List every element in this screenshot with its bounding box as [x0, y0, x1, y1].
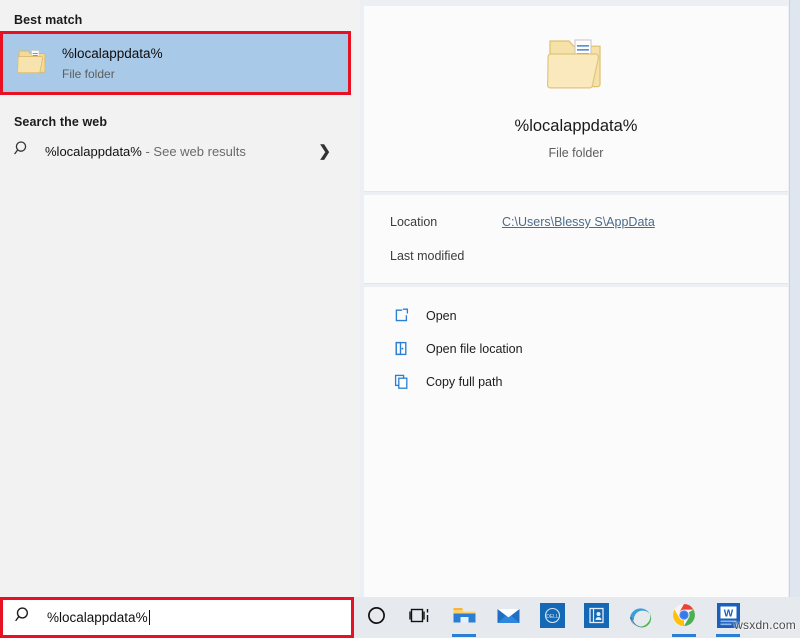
action-copy-full-path[interactable]: Copy full path — [364, 365, 788, 398]
best-match-subtitle: File folder — [62, 66, 115, 81]
preview-pane: %localappdata% File folder Location C:\U… — [360, 0, 800, 597]
preview-header-card: %localappdata% File folder — [364, 6, 788, 192]
action-open-file-location[interactable]: Open file location — [364, 332, 788, 365]
preview-details-card: Location C:\Users\Blessy S\AppData Last … — [364, 195, 788, 284]
chevron-right-icon[interactable]: ❯ — [318, 144, 331, 159]
taskbar-item-cortana[interactable] — [354, 597, 398, 638]
copy-icon — [392, 373, 410, 391]
support-assist-icon — [583, 602, 609, 633]
action-open[interactable]: Open — [364, 299, 788, 332]
taskbar: %localappdata% DELL W wsxdn.com — [0, 597, 800, 638]
detail-row-location: Location C:\Users\Blessy S\AppData — [390, 215, 788, 249]
text-caret — [148, 610, 150, 625]
dell-icon: DELL — [539, 602, 565, 633]
taskbar-item-dell[interactable]: DELL — [530, 597, 574, 638]
action-open-file-location-label: Open file location — [426, 341, 523, 356]
search-results-pane: Best match %localappdata% File folder Se… — [0, 0, 360, 597]
preview-actions-card: Open Open file location Copy full path — [364, 287, 788, 597]
windows-search-screen: Best match %localappdata% File folder Se… — [0, 0, 800, 638]
open-external-icon — [392, 307, 410, 325]
taskbar-item-mail[interactable] — [486, 597, 530, 638]
taskbar-item-google-chrome[interactable] — [662, 597, 706, 638]
taskbar-item-microsoft-edge[interactable] — [618, 597, 662, 638]
taskbar-item-file-explorer[interactable] — [442, 597, 486, 638]
task-view-icon — [408, 606, 432, 630]
best-match-result-item[interactable]: %localappdata% File folder — [3, 34, 348, 92]
flyout-right-edge — [789, 0, 800, 597]
best-match-title: %localappdata% — [62, 45, 163, 61]
search-the-web-header: Search the web — [14, 115, 108, 129]
mail-icon — [496, 605, 521, 631]
detail-key-last-modified: Last modified — [390, 249, 465, 263]
web-result-query: %localappdata% — [45, 143, 142, 159]
action-copy-full-path-label: Copy full path — [426, 374, 503, 389]
taskbar-item-support-assist[interactable] — [574, 597, 618, 638]
svg-text:W: W — [723, 608, 733, 619]
web-result-label: %localappdata% - See web results — [45, 144, 318, 159]
google-chrome-icon — [671, 602, 697, 633]
preview-subtitle: File folder — [548, 145, 604, 160]
taskbar-item-microsoft-word[interactable]: W — [706, 597, 750, 638]
search-input[interactable]: %localappdata% — [47, 610, 150, 625]
search-icon — [15, 606, 33, 629]
preview-title: %localappdata% — [514, 116, 638, 135]
folder-icon — [17, 47, 47, 80]
folder-icon-large — [545, 36, 607, 99]
taskbar-item-task-view[interactable] — [398, 597, 442, 638]
cortana-icon — [366, 605, 387, 631]
detail-key-location: Location — [390, 215, 438, 229]
file-explorer-icon — [452, 604, 477, 631]
best-match-highlight-box: %localappdata% File folder — [0, 31, 351, 95]
best-match-header: Best match — [14, 13, 83, 27]
detail-row-last-modified: Last modified — [390, 249, 788, 283]
search-icon — [14, 140, 31, 162]
detail-value-location-link[interactable]: C:\Users\Blessy S\AppData — [502, 215, 655, 229]
best-match-text-block: %localappdata% File folder — [62, 44, 163, 83]
microsoft-edge-icon — [627, 602, 653, 633]
web-result-item[interactable]: %localappdata% - See web results ❯ — [0, 132, 351, 170]
web-result-suffix: - See web results — [145, 143, 246, 159]
search-flyout: Best match %localappdata% File folder Se… — [0, 0, 800, 597]
taskbar-icons: DELL W wsxdn.com — [354, 597, 800, 638]
microsoft-word-icon: W — [716, 602, 740, 633]
taskbar-search-box[interactable]: %localappdata% — [0, 597, 354, 638]
svg-text:DELL: DELL — [546, 614, 559, 620]
action-open-label: Open — [426, 308, 457, 323]
open-folder-location-icon — [392, 340, 410, 358]
search-input-value: %localappdata% — [47, 610, 148, 625]
